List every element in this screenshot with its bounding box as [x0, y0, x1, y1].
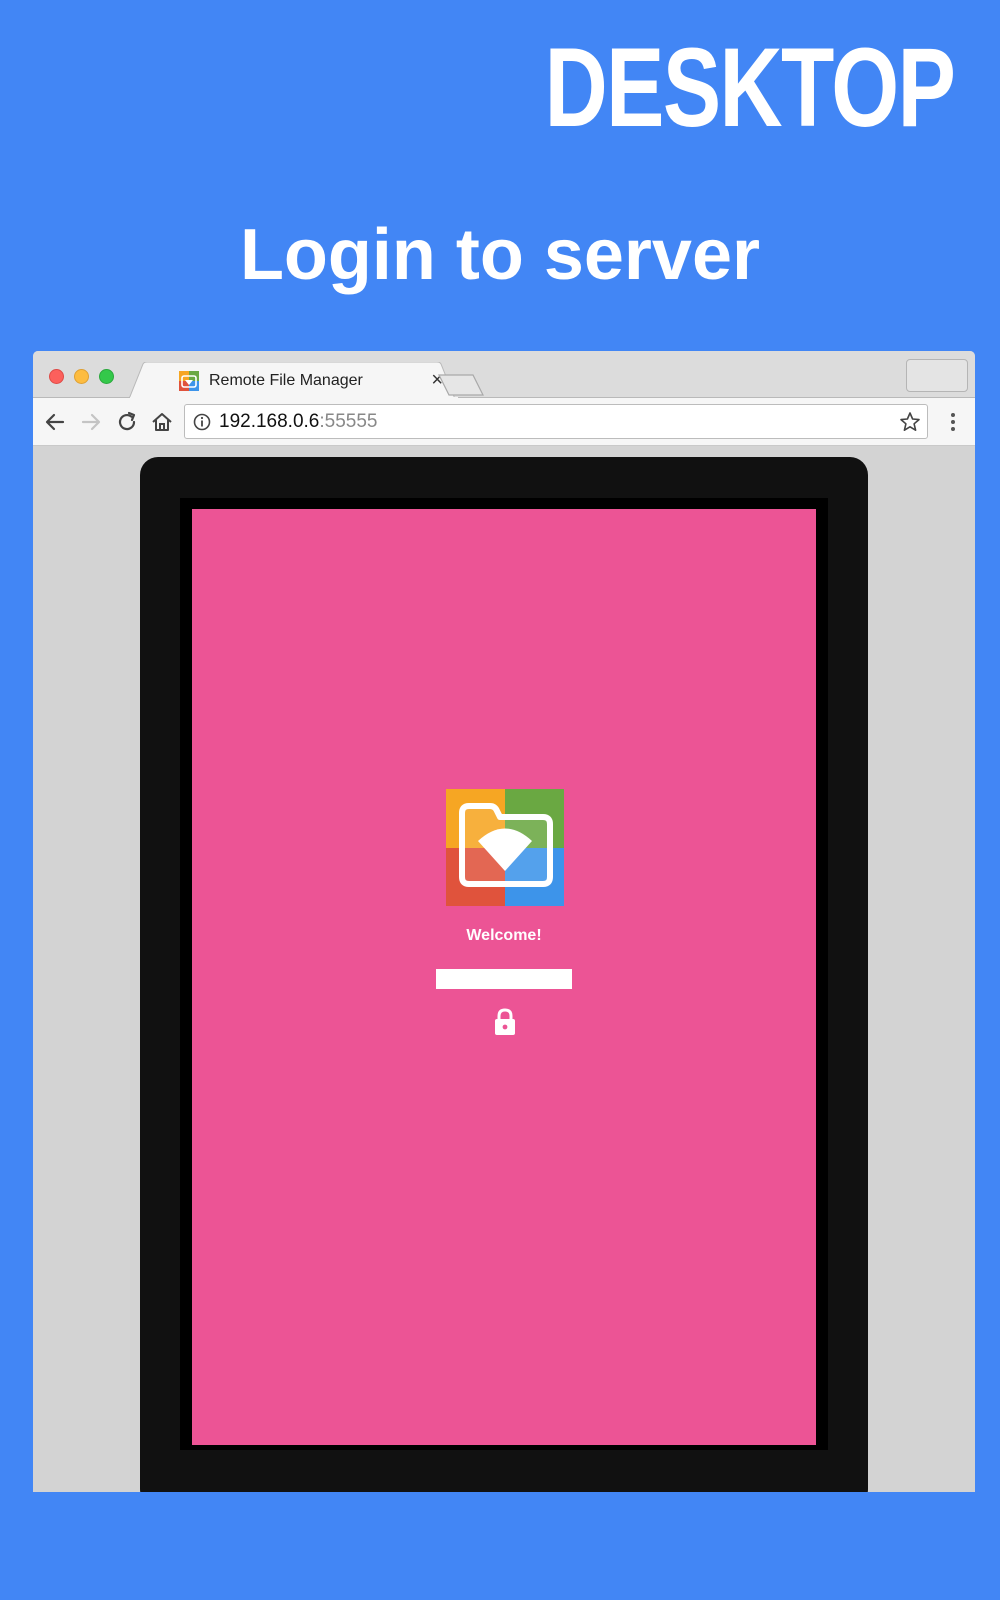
- address-url[interactable]: 192.168.0.6:55555: [219, 411, 378, 433]
- info-icon[interactable]: [193, 413, 211, 431]
- lock-icon[interactable]: [492, 1007, 518, 1037]
- browser-tab[interactable]: Remote File Manager ×: [129, 362, 459, 399]
- browser-toolbar: 192.168.0.6:55555: [33, 398, 975, 446]
- headline-title: Login to server: [239, 215, 761, 295]
- home-icon[interactable]: [150, 410, 174, 434]
- welcome-text: Welcome!: [466, 927, 542, 944]
- profile-button[interactable]: [906, 359, 968, 392]
- close-window-icon[interactable]: [49, 369, 64, 384]
- forward-icon[interactable]: [79, 410, 103, 434]
- menu-icon[interactable]: [941, 410, 965, 434]
- address-host: 192.168.0.6: [219, 411, 320, 432]
- address-port: :55555: [319, 411, 378, 432]
- app-logo-icon: [179, 371, 199, 391]
- app-logo-icon: [446, 789, 564, 906]
- password-input[interactable]: [436, 969, 572, 989]
- tab-title: Remote File Manager: [209, 372, 363, 389]
- back-icon[interactable]: [43, 410, 67, 434]
- app-screen: Welcome!: [192, 509, 816, 1445]
- new-tab-button[interactable]: [437, 373, 487, 397]
- minimize-window-icon[interactable]: [74, 369, 89, 384]
- tablet-frame: Welcome!: [140, 457, 868, 1492]
- address-bar[interactable]: 192.168.0.6:55555: [184, 404, 928, 439]
- headline-platform: DESKTOP: [544, 25, 955, 150]
- star-icon[interactable]: [899, 411, 921, 433]
- reload-icon[interactable]: [115, 410, 139, 434]
- browser-titlebar: Remote File Manager ×: [33, 351, 975, 399]
- maximize-window-icon[interactable]: [99, 369, 114, 384]
- browser-window: Remote File Manager × 192.168.0.6:55555 …: [33, 351, 975, 1492]
